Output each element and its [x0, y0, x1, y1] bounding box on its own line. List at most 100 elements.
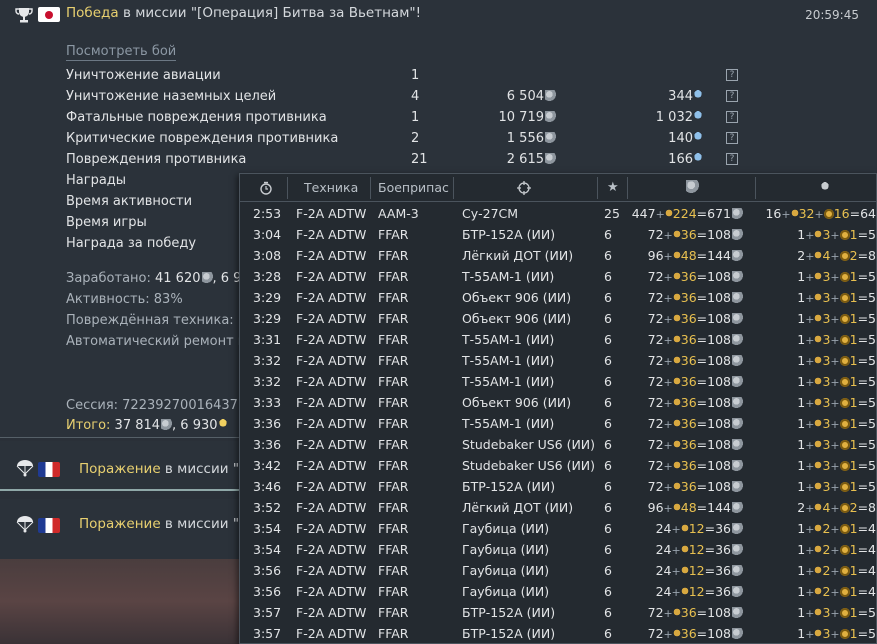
- stat-count: 1: [411, 110, 420, 125]
- row-time: 3:31: [253, 332, 282, 347]
- stat-label: Уничтожение авиации: [66, 68, 221, 83]
- row-target: Гаубица (ИИ): [462, 542, 550, 557]
- parachute-icon: [16, 460, 34, 477]
- row-silver: 72+ 36=108: [648, 329, 743, 351]
- row-points: 6: [604, 458, 612, 473]
- table-row: 3:46 F-2A ADTW FFAR БТР-152А (ИИ) 6 72+ 36=108…: [240, 476, 876, 497]
- row-time: 3:54: [253, 521, 282, 536]
- row-vehicle: F-2A ADTW: [296, 374, 367, 389]
- table-row: 3:29 F-2A ADTW FFAR Объект 906 (ИИ) 6 72+ 36=1…: [240, 287, 876, 308]
- booster-icon: [839, 545, 850, 555]
- stat-silver: 10 719: [499, 107, 556, 128]
- booster-icon: [839, 482, 850, 492]
- row-target: Т-55АМ-1 (ИИ): [462, 374, 555, 389]
- stat-row: Критические повреждения противника 2 1 556…: [66, 128, 766, 149]
- premium-bonus-icon: [680, 545, 689, 555]
- row-ammo: FFAR: [378, 416, 409, 431]
- row-vehicle: F-2A ADTW: [296, 500, 367, 515]
- clock-icon: [260, 181, 272, 195]
- row-target: Studebaker US6 (ИИ): [462, 437, 596, 452]
- help-icon[interactable]: ?: [726, 90, 738, 102]
- auto-repair-line: Автоматический ремонт все: [66, 334, 261, 349]
- row-time: 3:54: [253, 542, 282, 557]
- row-time: 3:36: [253, 437, 282, 452]
- row-target: Т-55АМ-1 (ИИ): [462, 332, 555, 347]
- silver-lion-icon: [732, 586, 743, 597]
- silver-lion-icon: [732, 208, 743, 219]
- silver-lion-icon: [545, 132, 556, 143]
- row-time: 3:29: [253, 311, 282, 326]
- stat-rp: 1 032: [656, 107, 702, 128]
- header-vehicle: Техника: [304, 180, 359, 195]
- row-vehicle: F-2A ADTW: [296, 542, 367, 557]
- stat-label: Награды: [66, 173, 127, 188]
- mission-name: в миссии "[Операция] Битва за Вьетнам"!: [118, 5, 422, 21]
- table-row: 3:29 F-2A ADTW FFAR Объект 906 (ИИ) 6 72+ 36=1…: [240, 308, 876, 329]
- row-vehicle: F-2A ADTW: [296, 248, 367, 263]
- row-target: Т-55АМ-1 (ИИ): [462, 269, 555, 284]
- battle-title: Победа в миссии "[Операция] Битва за Вье…: [66, 5, 421, 21]
- row-target: Гаубица (ИИ): [462, 563, 550, 578]
- booster-icon: [839, 293, 850, 303]
- stat-count: 4: [411, 89, 420, 104]
- research-points-icon: [218, 419, 227, 430]
- stat-label: Уничтожение наземных целей: [66, 89, 277, 104]
- booster-icon: [839, 230, 850, 240]
- stat-silver: 1 556: [507, 128, 556, 149]
- row-target: Объект 906 (ИИ): [462, 311, 572, 326]
- row-time: 3:36: [253, 416, 282, 431]
- row-vehicle: F-2A ADTW: [296, 563, 367, 578]
- help-icon[interactable]: ?: [726, 153, 738, 165]
- row-ammo: FFAR: [378, 500, 409, 515]
- row-vehicle: F-2A ADTW: [296, 458, 367, 473]
- premium-bonus-icon: [664, 209, 673, 219]
- row-target: БТР-152А (ИИ): [462, 227, 556, 242]
- row-target: Лёгкий ДОТ (ИИ): [462, 248, 574, 263]
- row-rp: 1+ 3+ 1=5: [797, 395, 876, 410]
- parachute-icon: [16, 516, 34, 533]
- booster-icon: [839, 608, 850, 618]
- row-target: БТР-152А (ИИ): [462, 605, 556, 620]
- row-rp: 1+ 3+ 1=5: [797, 605, 876, 620]
- row-silver: 447+ 224=671: [632, 203, 743, 225]
- silver-lion-icon: [732, 523, 743, 534]
- row-time: 3:32: [253, 374, 282, 389]
- row-vehicle: F-2A ADTW: [296, 395, 367, 410]
- row-silver: 72+ 36=108: [648, 371, 743, 393]
- row-points: 6: [604, 563, 612, 578]
- silver-lion-icon: [732, 376, 743, 387]
- row-silver: 72+ 36=108: [648, 350, 743, 372]
- view-battle-link[interactable]: Посмотреть бой: [66, 44, 177, 61]
- row-silver: 72+ 36=108: [648, 413, 743, 435]
- premium-bonus-icon: [672, 377, 681, 387]
- booster-icon: [839, 356, 850, 366]
- table-row: 3:36 F-2A ADTW FFAR Т-55АМ-1 (ИИ) 6 72+ 36=108…: [240, 413, 876, 434]
- silver-lion-icon: [732, 460, 743, 471]
- premium-bonus-icon: [672, 335, 681, 345]
- row-time: 3:32: [253, 353, 282, 368]
- row-silver: 24+ 12=36: [656, 560, 743, 582]
- help-icon[interactable]: ?: [726, 132, 738, 144]
- stat-label: Время активности: [66, 194, 193, 209]
- row-ammo: FFAR: [378, 290, 409, 305]
- help-icon[interactable]: ?: [726, 111, 738, 123]
- stat-count: 2: [411, 131, 420, 146]
- row-rp: 1+ 3+ 1=5: [797, 269, 876, 284]
- row-silver: 72+ 36=108: [648, 224, 743, 246]
- row-time: 3:57: [253, 626, 282, 641]
- booster-icon: [839, 566, 850, 576]
- silver-lion-icon: [732, 397, 743, 408]
- row-points: 6: [604, 227, 612, 242]
- stat-rp: 166: [668, 149, 702, 170]
- summary: Заработано: 41 620, 6 93 Активность: 83%…: [66, 268, 261, 352]
- row-vehicle: F-2A ADTW: [296, 584, 367, 599]
- silver-lion-icon: [732, 628, 743, 639]
- battle-title: Поражение в миссии "[Оп: [79, 516, 264, 532]
- row-rp: 1+ 3+ 1=5: [797, 353, 876, 368]
- help-icon[interactable]: ?: [726, 69, 738, 81]
- premium-bonus-icon: [672, 272, 681, 282]
- row-points: 6: [604, 584, 612, 599]
- row-points: 6: [604, 416, 612, 431]
- row-ammo: FFAR: [378, 311, 409, 326]
- row-rp: 1+ 2+ 1=4: [797, 563, 876, 578]
